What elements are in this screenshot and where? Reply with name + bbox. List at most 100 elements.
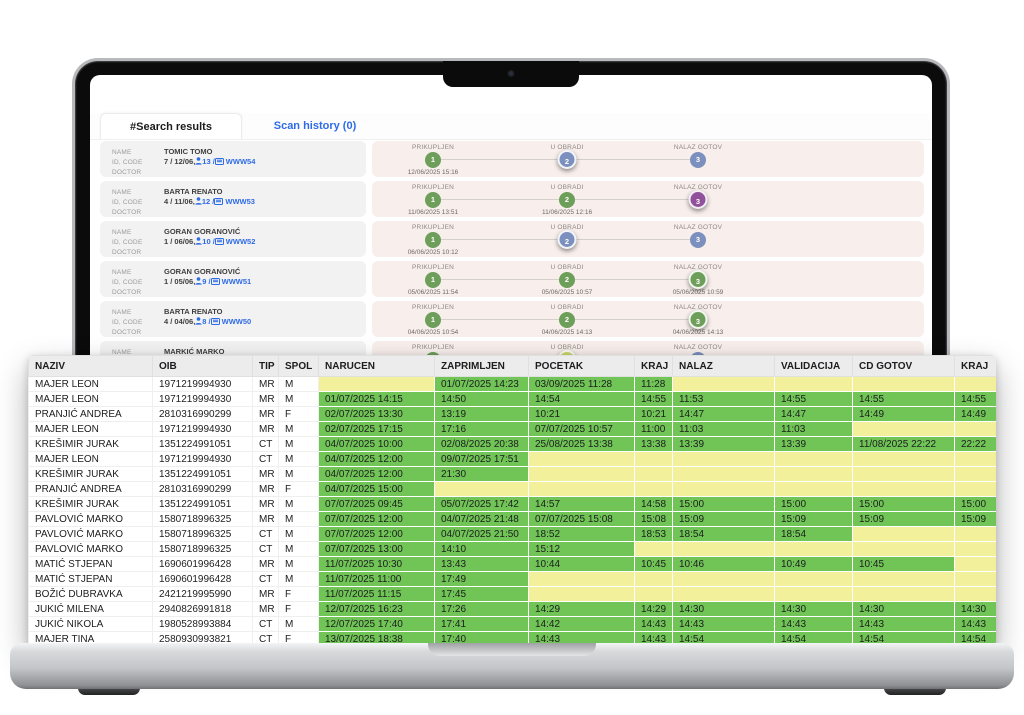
table-cell: 05/07/2025 17:42 — [435, 497, 529, 512]
table-cell: 14:55 — [775, 392, 853, 407]
table-row[interactable]: MAJER LEON1971219994930MRM01/07/2025 14:… — [29, 377, 997, 392]
patient-count[interactable]: 13 / — [202, 157, 215, 165]
name-label: NAME — [112, 228, 164, 235]
step-circle[interactable]: 2 — [559, 272, 575, 288]
id-code-label: ID, CODE — [112, 238, 164, 245]
table-cell: M — [279, 572, 319, 587]
table-cell: MR — [253, 512, 279, 527]
patient-count[interactable]: 12 / — [202, 197, 215, 205]
table-row[interactable]: KREŠIMIR JURAK1351224991051CTM04/07/2025… — [29, 437, 997, 452]
table-cell: 02/07/2025 13:30 — [319, 407, 435, 422]
table-row[interactable]: PAVLOVIĆ MARKO1580718996325CTM07/07/2025… — [29, 542, 997, 557]
step-circle[interactable]: 2 — [559, 192, 575, 208]
table-cell: 11:03 — [775, 422, 853, 437]
table-row[interactable]: PAVLOVIĆ MARKO1580718996325MRM07/07/2025… — [29, 512, 997, 527]
step-circle[interactable]: 3 — [689, 190, 708, 209]
table-cell: 02/07/2025 17:15 — [319, 422, 435, 437]
table-cell: 10:21 — [529, 407, 635, 422]
patient-count[interactable]: 8 / — [202, 317, 210, 325]
table-cell: PRANJIĆ ANDREA — [29, 407, 153, 422]
patient-code-link[interactable]: WWW53 — [225, 197, 255, 205]
table-row[interactable]: MAJER LEON1971219994930MRM01/07/2025 14:… — [29, 392, 997, 407]
table-cell: 14:47 — [673, 407, 775, 422]
table-cell: 14:54 — [529, 392, 635, 407]
table-row[interactable]: PRANJIĆ ANDREA2810316990299MRF04/07/2025… — [29, 482, 997, 497]
patient-count[interactable]: 10 / — [202, 237, 215, 245]
patient-card[interactable]: NAMEGORAN GORANOVIĆID, CODE1 / 06/06, 10… — [100, 221, 366, 257]
table-row[interactable]: JUKIĆ NIKOLA1980528993884CTM12/07/2025 1… — [29, 617, 997, 632]
table-cell — [853, 482, 955, 497]
table-cell: 11:03 — [673, 422, 775, 437]
camera-icon — [508, 70, 515, 77]
doctor-line: DOCTOR — [112, 285, 354, 295]
step-circle[interactable]: 1 — [425, 272, 441, 288]
table-cell: PAVLOVIĆ MARKO — [29, 527, 153, 542]
page: #Search results Scan history (0) NAMETOM… — [0, 0, 1024, 715]
table-cell — [635, 542, 673, 557]
table-cell: CT — [253, 572, 279, 587]
table-row[interactable]: PRANJIĆ ANDREA2810316990299MRF02/07/2025… — [29, 407, 997, 422]
table-header-cell: KRAJ — [955, 356, 997, 377]
table-row[interactable]: MAJER LEON1971219994930CTM04/07/2025 12:… — [29, 452, 997, 467]
table-cell: MAJER LEON — [29, 377, 153, 392]
step-circle[interactable]: 2 — [558, 150, 577, 169]
step-circle[interactable]: 3 — [690, 152, 706, 168]
patient-name-line: NAMEBARTA RENATO — [112, 185, 354, 195]
table-cell: 10:44 — [529, 557, 635, 572]
table-cell: 14:43 — [635, 617, 673, 632]
table-header-cell: NAZIV — [29, 356, 153, 377]
step-label: NALAZ GOTOV — [674, 144, 722, 151]
table-cell — [635, 452, 673, 467]
tab-scan-history[interactable]: Scan history (0) — [250, 113, 380, 139]
table-cell: 2421219995990 — [153, 587, 253, 602]
patient-code-link[interactable]: WWW54 — [226, 157, 256, 165]
table-cell: 17:16 — [435, 422, 529, 437]
table-row[interactable]: MAJER LEON1971219994930MRM02/07/2025 17:… — [29, 422, 997, 437]
step-circle[interactable]: 1 — [425, 312, 441, 328]
card-icon — [211, 276, 220, 285]
table-row[interactable]: PAVLOVIĆ MARKO1580718996325CTM07/07/2025… — [29, 527, 997, 542]
name-label: NAME — [112, 348, 164, 355]
table-row[interactable]: JUKIĆ MILENA2940826991818MRF12/07/2025 1… — [29, 602, 997, 617]
patient-row: NAMEGORAN GORANOVIĆID, CODE1 / 06/06, 10… — [90, 221, 932, 257]
table-cell: 17:45 — [435, 587, 529, 602]
table-cell: MR — [253, 602, 279, 617]
step-date: 11/06/2025 13:51 — [408, 209, 458, 216]
table-cell — [955, 452, 997, 467]
table-header-cell: NALAZ — [673, 356, 775, 377]
patient-card[interactable]: NAMEGORAN GORANOVIĆID, CODE1 / 05/06, 9 … — [100, 261, 366, 297]
table-row[interactable]: MATIĆ STJEPAN1690601996428CTM11/07/2025 … — [29, 572, 997, 587]
table-row[interactable]: KREŠIMIR JURAK1351224991051MRM04/07/2025… — [29, 467, 997, 482]
step-circle[interactable]: 1 — [425, 192, 441, 208]
table-cell — [529, 482, 635, 497]
patient-name-line: NAMEGORAN GORANOVIĆ — [112, 225, 354, 235]
table-cell — [955, 587, 997, 602]
patient-card[interactable]: NAMETOMIC TOMOID, CODE7 / 12/06, 13 / WW… — [100, 141, 366, 177]
table-cell — [775, 452, 853, 467]
patient-count[interactable]: 9 / — [202, 277, 210, 285]
table-cell: MR — [253, 467, 279, 482]
step-circle[interactable]: 3 — [689, 310, 708, 329]
table-row[interactable]: BOŽIĆ DUBRAVKA2421219995990MRF11/07/2025… — [29, 587, 997, 602]
step-circle[interactable]: 1 — [425, 232, 441, 248]
table-cell: MR — [253, 392, 279, 407]
step-circle[interactable]: 1 — [425, 152, 441, 168]
patient-card[interactable]: NAMEBARTA RENATOID, CODE4 / 04/06, 8 / W… — [100, 301, 366, 337]
table-cell: 15:00 — [775, 497, 853, 512]
table-row[interactable]: MATIĆ STJEPAN1690601996428MRM11/07/2025 … — [29, 557, 997, 572]
table-cell: 14:43 — [955, 617, 997, 632]
tab-search-results[interactable]: #Search results — [100, 113, 242, 139]
step-circle[interactable]: 3 — [690, 232, 706, 248]
step-circle[interactable]: 2 — [558, 230, 577, 249]
card-icon — [211, 316, 220, 325]
table-cell: 11/07/2025 10:30 — [319, 557, 435, 572]
table-cell: MR — [253, 407, 279, 422]
table-row[interactable]: KREŠIMIR JURAK1351224991051MRM07/07/2025… — [29, 497, 997, 512]
step-circle[interactable]: 2 — [559, 312, 575, 328]
table-cell: F — [279, 587, 319, 602]
patient-code-link[interactable]: WWW51 — [222, 277, 252, 285]
patient-code-link[interactable]: WWW52 — [226, 237, 256, 245]
patient-card[interactable]: NAMEBARTA RENATOID, CODE4 / 11/06, 12 / … — [100, 181, 366, 217]
step-circle[interactable]: 3 — [689, 270, 708, 289]
patient-code-link[interactable]: WWW50 — [222, 317, 252, 325]
